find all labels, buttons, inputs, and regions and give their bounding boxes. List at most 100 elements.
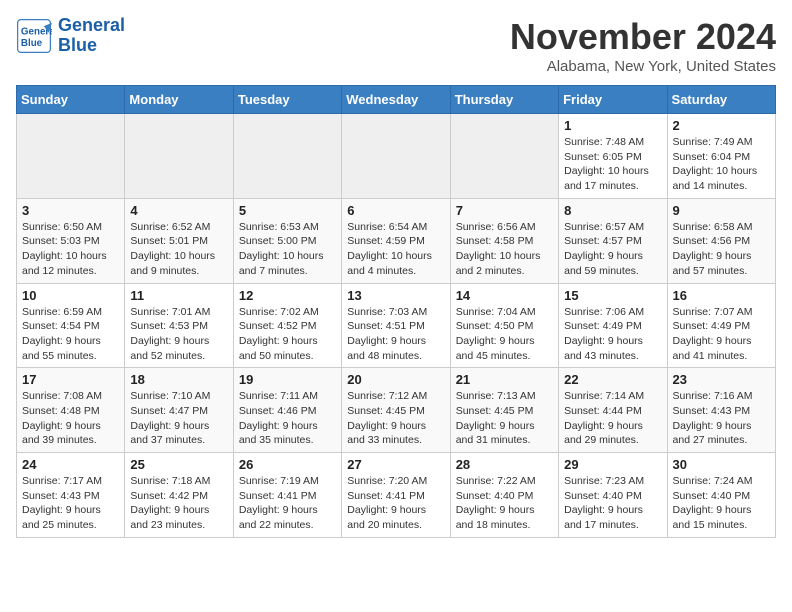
day-info: Sunrise: 7:02 AM Sunset: 4:52 PM Dayligh… [239, 305, 336, 364]
day-number: 21 [456, 372, 553, 387]
day-number: 30 [673, 457, 770, 472]
calendar-week-row: 24 Sunrise: 7:17 AM Sunset: 4:43 PM Dayli… [17, 453, 776, 538]
day-info: Sunrise: 7:04 AM Sunset: 4:50 PM Dayligh… [456, 305, 553, 364]
calendar-cell: 16 Sunrise: 7:07 AM Sunset: 4:49 PM Dayli… [667, 283, 775, 368]
calendar-cell: 23 Sunrise: 7:16 AM Sunset: 4:43 PM Dayli… [667, 368, 775, 453]
day-number: 7 [456, 203, 553, 218]
day-info: Sunrise: 7:18 AM Sunset: 4:42 PM Dayligh… [130, 474, 227, 533]
day-number: 4 [130, 203, 227, 218]
calendar-week-row: 1 Sunrise: 7:48 AM Sunset: 6:05 PM Daylig… [17, 114, 776, 199]
day-number: 24 [22, 457, 119, 472]
day-number: 22 [564, 372, 661, 387]
calendar-cell: 30 Sunrise: 7:24 AM Sunset: 4:40 PM Dayli… [667, 453, 775, 538]
calendar-cell: 6Sunrise: 6:54 AM Sunset: 4:59 PM Daylig… [342, 198, 450, 283]
calendar-cell: 15 Sunrise: 7:06 AM Sunset: 4:49 PM Dayli… [559, 283, 667, 368]
calendar-header-row: SundayMondayTuesdayWednesdayThursdayFrid… [17, 86, 776, 114]
calendar-cell: 27Sunrise: 7:20 AM Sunset: 4:41 PM Dayli… [342, 453, 450, 538]
day-number: 8 [564, 203, 661, 218]
day-number: 17 [22, 372, 119, 387]
calendar-cell [125, 114, 233, 199]
calendar-cell: 8 Sunrise: 6:57 AM Sunset: 4:57 PM Daylig… [559, 198, 667, 283]
day-number: 12 [239, 288, 336, 303]
day-info: Sunrise: 6:59 AM Sunset: 4:54 PM Dayligh… [22, 305, 119, 364]
day-info: Sunrise: 6:50 AM Sunset: 5:03 PM Dayligh… [22, 220, 119, 279]
calendar-cell [233, 114, 341, 199]
calendar-cell [342, 114, 450, 199]
logo: General Blue General Blue [16, 16, 125, 56]
day-info: Sunrise: 6:52 AM Sunset: 5:01 PM Dayligh… [130, 220, 227, 279]
day-number: 13 [347, 288, 444, 303]
calendar-cell: 28Sunrise: 7:22 AM Sunset: 4:40 PM Dayli… [450, 453, 558, 538]
calendar-table: SundayMondayTuesdayWednesdayThursdayFrid… [16, 85, 776, 538]
day-info: Sunrise: 7:07 AM Sunset: 4:49 PM Dayligh… [673, 305, 770, 364]
weekday-header: Sunday [17, 86, 125, 114]
day-info: Sunrise: 7:01 AM Sunset: 4:53 PM Dayligh… [130, 305, 227, 364]
day-number: 10 [22, 288, 119, 303]
month-title: November 2024 [510, 16, 776, 58]
page-header: General Blue General Blue November 2024 … [16, 16, 776, 75]
day-info: Sunrise: 7:14 AM Sunset: 4:44 PM Dayligh… [564, 389, 661, 448]
weekday-header: Friday [559, 86, 667, 114]
calendar-cell: 14 Sunrise: 7:04 AM Sunset: 4:50 PM Dayli… [450, 283, 558, 368]
day-number: 20 [347, 372, 444, 387]
day-number: 15 [564, 288, 661, 303]
day-info: Sunrise: 6:56 AM Sunset: 4:58 PM Dayligh… [456, 220, 553, 279]
day-number: 23 [673, 372, 770, 387]
calendar-cell: 18Sunrise: 7:10 AM Sunset: 4:47 PM Dayli… [125, 368, 233, 453]
day-number: 1 [564, 118, 661, 133]
calendar-week-row: 10 Sunrise: 6:59 AM Sunset: 4:54 PM Dayli… [17, 283, 776, 368]
calendar-cell [17, 114, 125, 199]
day-info: Sunrise: 7:24 AM Sunset: 4:40 PM Dayligh… [673, 474, 770, 533]
calendar-cell: 7 Sunrise: 6:56 AM Sunset: 4:58 PM Daylig… [450, 198, 558, 283]
day-info: Sunrise: 7:49 AM Sunset: 6:04 PM Dayligh… [673, 135, 770, 194]
day-number: 14 [456, 288, 553, 303]
day-number: 26 [239, 457, 336, 472]
weekday-header: Saturday [667, 86, 775, 114]
calendar-week-row: 3 Sunrise: 6:50 AM Sunset: 5:03 PM Daylig… [17, 198, 776, 283]
day-info: Sunrise: 7:12 AM Sunset: 4:45 PM Dayligh… [347, 389, 444, 448]
day-info: Sunrise: 7:16 AM Sunset: 4:43 PM Dayligh… [673, 389, 770, 448]
location-subtitle: Alabama, New York, United States [510, 58, 776, 75]
day-info: Sunrise: 7:11 AM Sunset: 4:46 PM Dayligh… [239, 389, 336, 448]
logo-line1: General [58, 15, 125, 35]
calendar-cell: 5 Sunrise: 6:53 AM Sunset: 5:00 PM Daylig… [233, 198, 341, 283]
day-number: 9 [673, 203, 770, 218]
calendar-cell: 21 Sunrise: 7:13 AM Sunset: 4:45 PM Dayli… [450, 368, 558, 453]
day-number: 5 [239, 203, 336, 218]
day-number: 27 [347, 457, 444, 472]
calendar-cell: 29Sunrise: 7:23 AM Sunset: 4:40 PM Dayli… [559, 453, 667, 538]
weekday-header: Thursday [450, 86, 558, 114]
weekday-header: Monday [125, 86, 233, 114]
calendar-week-row: 17 Sunrise: 7:08 AM Sunset: 4:48 PM Dayli… [17, 368, 776, 453]
day-info: Sunrise: 7:06 AM Sunset: 4:49 PM Dayligh… [564, 305, 661, 364]
day-info: Sunrise: 6:57 AM Sunset: 4:57 PM Dayligh… [564, 220, 661, 279]
calendar-cell: 17 Sunrise: 7:08 AM Sunset: 4:48 PM Dayli… [17, 368, 125, 453]
day-number: 11 [130, 288, 227, 303]
day-info: Sunrise: 7:17 AM Sunset: 4:43 PM Dayligh… [22, 474, 119, 533]
calendar-cell: 26Sunrise: 7:19 AM Sunset: 4:41 PM Dayli… [233, 453, 341, 538]
calendar-cell: 20 Sunrise: 7:12 AM Sunset: 4:45 PM Dayli… [342, 368, 450, 453]
day-info: Sunrise: 7:48 AM Sunset: 6:05 PM Dayligh… [564, 135, 661, 194]
calendar-cell: 2Sunrise: 7:49 AM Sunset: 6:04 PM Daylig… [667, 114, 775, 199]
day-number: 16 [673, 288, 770, 303]
day-info: Sunrise: 6:53 AM Sunset: 5:00 PM Dayligh… [239, 220, 336, 279]
calendar-cell: 22 Sunrise: 7:14 AM Sunset: 4:44 PM Dayli… [559, 368, 667, 453]
logo-icon: General Blue [16, 18, 52, 54]
calendar-cell: 9 Sunrise: 6:58 AM Sunset: 4:56 PM Daylig… [667, 198, 775, 283]
day-info: Sunrise: 7:08 AM Sunset: 4:48 PM Dayligh… [22, 389, 119, 448]
title-block: November 2024 Alabama, New York, United … [510, 16, 776, 75]
day-info: Sunrise: 7:13 AM Sunset: 4:45 PM Dayligh… [456, 389, 553, 448]
day-number: 6 [347, 203, 444, 218]
day-info: Sunrise: 7:03 AM Sunset: 4:51 PM Dayligh… [347, 305, 444, 364]
logo-text: General Blue [58, 16, 125, 56]
calendar-cell: 13 Sunrise: 7:03 AM Sunset: 4:51 PM Dayli… [342, 283, 450, 368]
logo-line2: Blue [58, 35, 97, 55]
svg-text:Blue: Blue [21, 38, 43, 49]
day-info: Sunrise: 7:23 AM Sunset: 4:40 PM Dayligh… [564, 474, 661, 533]
calendar-cell: 11 Sunrise: 7:01 AM Sunset: 4:53 PM Dayli… [125, 283, 233, 368]
calendar-cell [450, 114, 558, 199]
day-info: Sunrise: 6:58 AM Sunset: 4:56 PM Dayligh… [673, 220, 770, 279]
day-number: 18 [130, 372, 227, 387]
day-number: 3 [22, 203, 119, 218]
day-number: 25 [130, 457, 227, 472]
